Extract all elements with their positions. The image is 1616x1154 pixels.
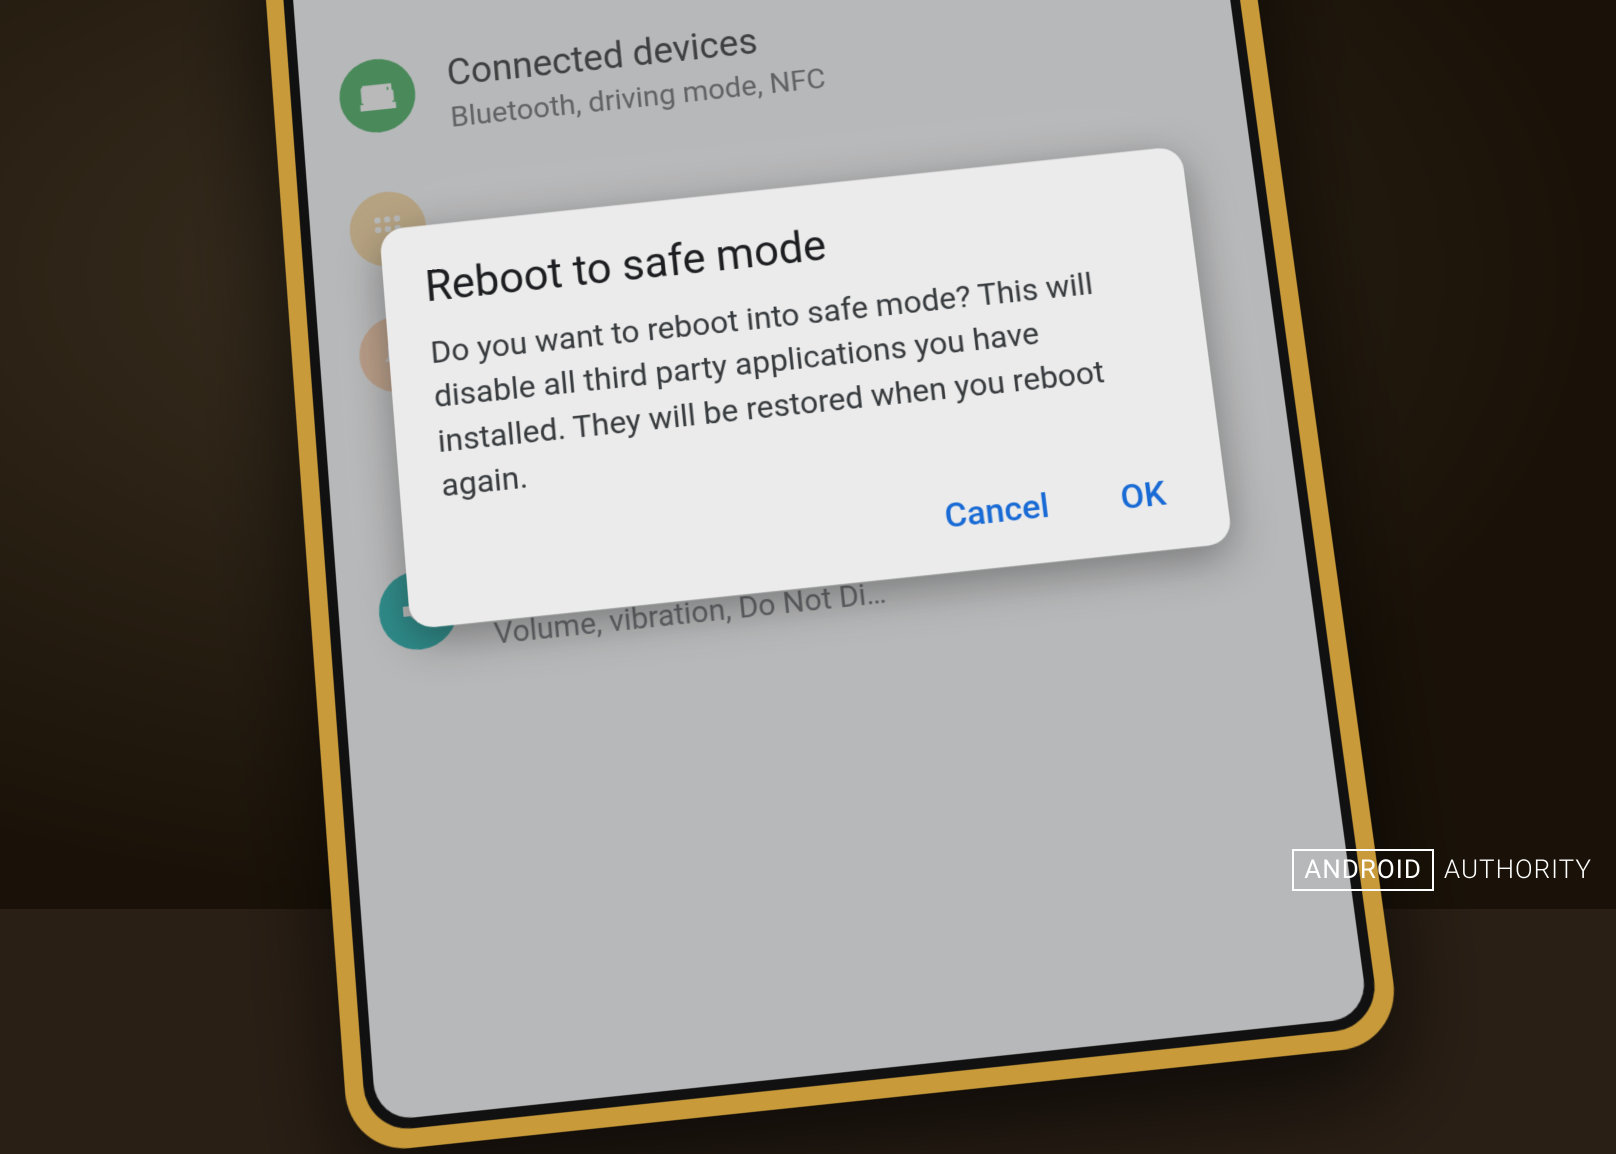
ok-button[interactable]: OK [1109,462,1177,528]
watermark: ANDROID AUTHORITY [1292,849,1592,891]
cancel-button[interactable]: Cancel [933,475,1060,547]
watermark-site: AUTHORITY [1444,855,1592,885]
phone-screen: …, mobile, data usage, hotspot Connected… [288,0,1369,1121]
reboot-safe-mode-dialog: Reboot to safe mode Do you want to reboo… [379,145,1233,628]
watermark-brand: ANDROID [1292,849,1434,891]
phone: …, mobile, data usage, hotspot Connected… [288,0,1369,1121]
devices-icon [337,55,418,136]
